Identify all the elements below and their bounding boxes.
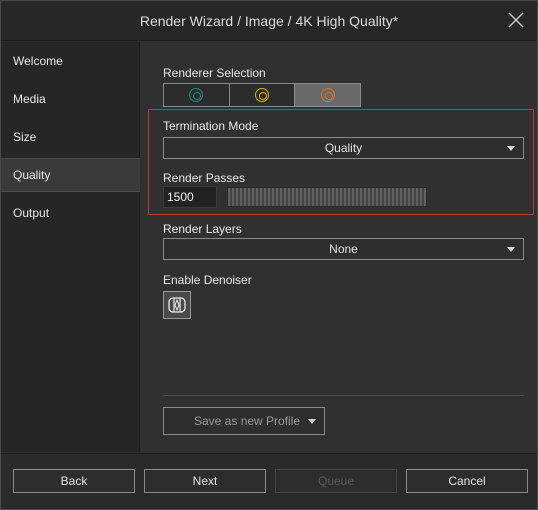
render-wizard-window: Render Wizard / Image / 4K High Quality*… [0,0,538,510]
sidebar-item-quality[interactable]: Quality [1,158,140,192]
sidebar-item-size[interactable]: Size [1,120,140,154]
sidebar-item-media[interactable]: Media [1,82,140,116]
renderer-option-3[interactable] [295,84,361,106]
sidebar-item-label: Quality [13,168,51,182]
renderer-selection-label: Renderer Selection [163,66,266,80]
quality-panel: Renderer Selection Termination Mode Qual… [141,42,537,452]
section-divider [163,395,524,396]
sidebar-item-welcome[interactable]: Welcome [1,44,140,78]
window-title: Render Wizard / Image / 4K High Quality* [139,12,399,29]
save-profile-label: Save as new Profile [194,414,301,428]
back-button[interactable]: Back [13,469,135,493]
enable-denoiser-label: Enable Denoiser [163,273,252,287]
sidebar-item-label: Welcome [13,54,63,68]
render-passes-label: Render Passes [163,171,246,185]
queue-label: Queue [317,474,355,488]
render-layers-label: Render Layers [163,222,242,236]
denoiser-toggle[interactable] [163,291,191,319]
next-button[interactable]: Next [144,469,266,493]
close-icon[interactable] [505,9,527,31]
denoiser-icon [168,297,186,313]
title-bar: Render Wizard / Image / 4K High Quality* [1,1,537,41]
sidebar-item-output[interactable]: Output [1,196,140,230]
save-profile-button[interactable]: Save as new Profile [163,407,325,435]
termination-mode-dropdown[interactable]: Quality [163,137,524,159]
sidebar-item-label: Media [13,92,46,106]
queue-button: Queue [275,469,397,493]
sidebar-item-label: Size [13,130,37,144]
wizard-sidebar: Welcome Media Size Quality Output [1,42,140,452]
back-label: Back [60,474,88,488]
slider-fill [228,188,426,206]
render-layers-value: None [329,242,358,256]
cancel-button[interactable]: Cancel [406,469,528,493]
next-label: Next [192,474,218,488]
termination-mode-value: Quality [324,141,363,155]
orange-ring-icon [320,88,335,102]
wizard-footer: Back Next Queue Cancel [1,453,537,509]
chevron-down-icon [507,247,515,252]
termination-mode-label: Termination Mode [163,119,259,133]
yellow-ring-icon [255,88,269,102]
render-passes-input[interactable] [163,186,217,208]
cancel-label: Cancel [448,474,486,488]
renderer-option-1[interactable] [164,84,230,106]
renderer-selector [163,83,361,107]
chevron-down-icon [507,146,515,151]
sidebar-item-label: Output [13,206,50,220]
render-layers-dropdown[interactable]: None [163,238,524,260]
render-passes-slider[interactable] [227,187,427,207]
teal-ring-icon [189,88,204,102]
renderer-option-2[interactable] [230,84,296,106]
chevron-down-icon [308,419,316,424]
